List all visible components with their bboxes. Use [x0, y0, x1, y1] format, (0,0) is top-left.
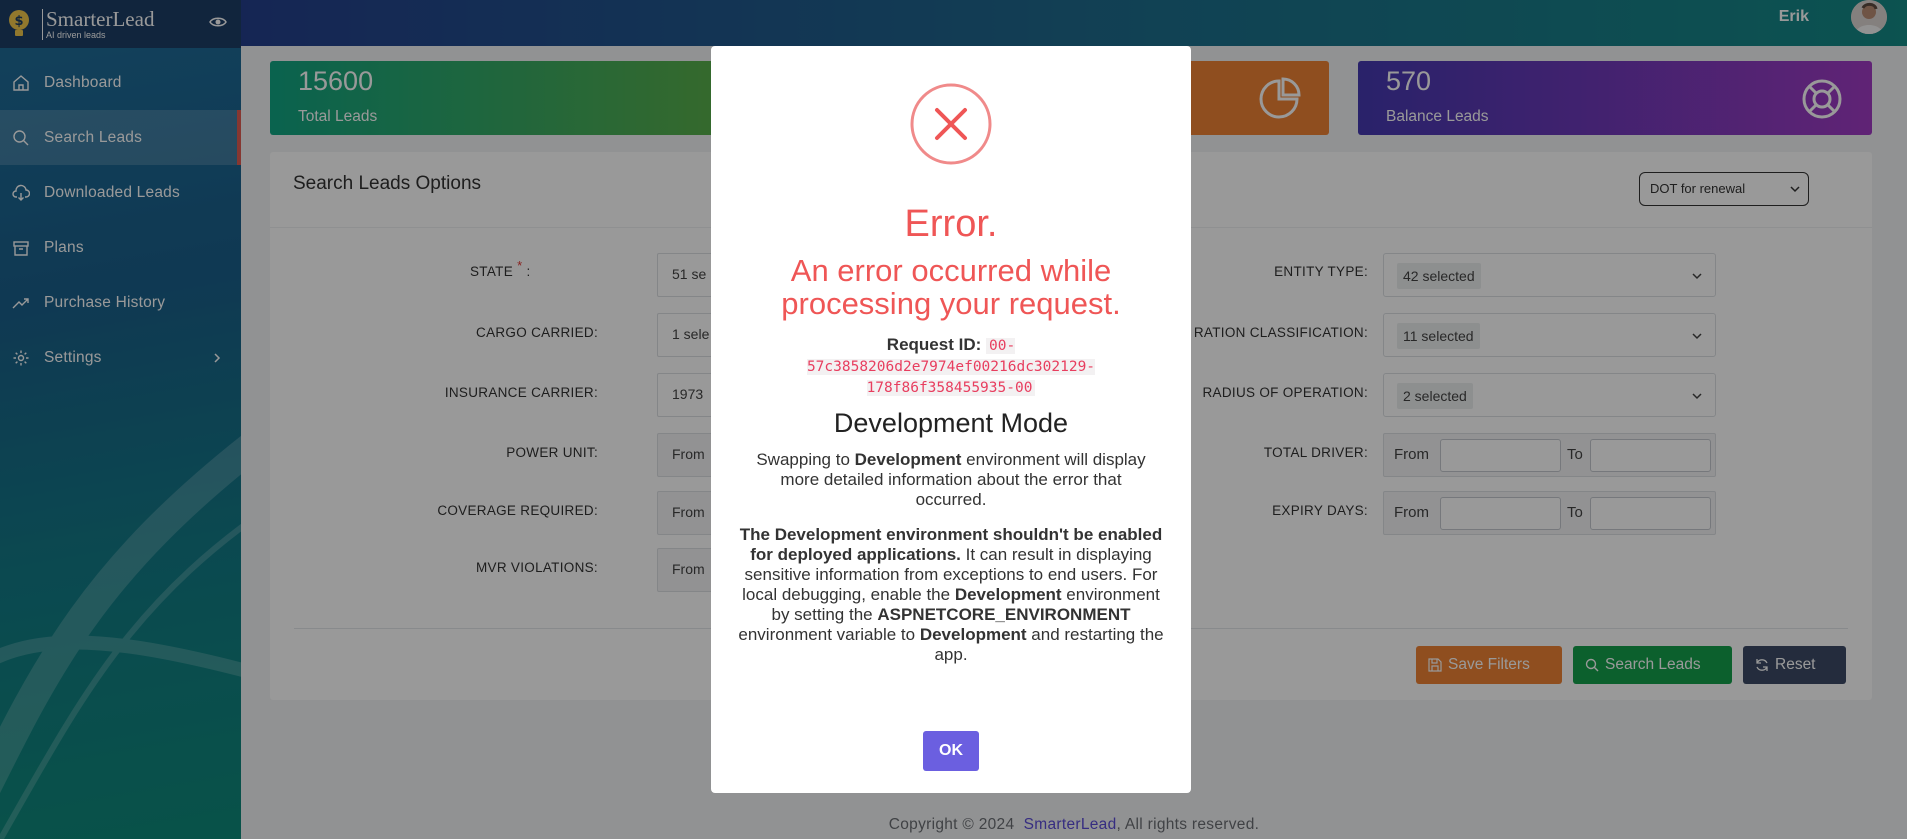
error-message: An error occurred while processing your …: [781, 253, 1121, 321]
development-mode-paragraph-1: Swapping to Development environment will…: [756, 450, 1146, 509]
error-modal: Error. An error occurred while processin…: [711, 46, 1191, 793]
request-id-label: Request ID:: [886, 335, 982, 354]
error-x-icon: [910, 83, 992, 165]
development-mode-title: Development Mode: [833, 408, 1069, 438]
ok-button[interactable]: OK: [923, 731, 979, 771]
request-id: Request ID: 00-57c3858206d2e7974ef00216d…: [771, 335, 1131, 398]
development-mode-paragraph-2: The Development environment shouldn't be…: [738, 525, 1164, 664]
error-title: Error.: [904, 203, 998, 245]
